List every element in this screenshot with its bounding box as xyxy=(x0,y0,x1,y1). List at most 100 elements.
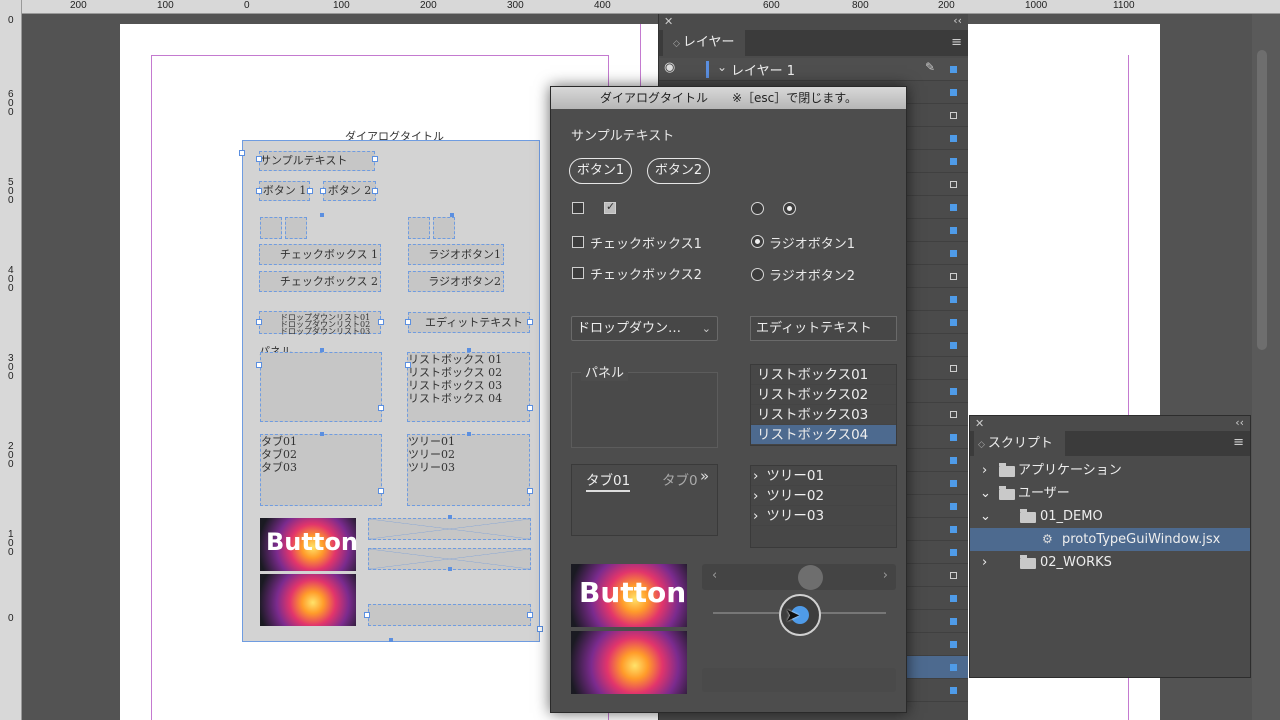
layer-target-square[interactable] xyxy=(950,296,957,303)
pencil-icon[interactable]: ✎ xyxy=(925,60,935,74)
checkbox-unchecked[interactable] xyxy=(572,202,584,214)
layer-target-square[interactable] xyxy=(950,641,957,648)
mock-dropdown[interactable]: ドロップダウンリスト01 ドロップダウンリスト02 ドロップダウンリスト03 xyxy=(259,311,381,336)
layer-target-square[interactable] xyxy=(950,112,957,119)
layer-target-square[interactable] xyxy=(950,319,957,326)
mock-progress-placeholder[interactable] xyxy=(368,604,531,626)
chevron-right-icon[interactable]: › xyxy=(982,459,987,482)
checkbox-1[interactable] xyxy=(572,236,584,248)
layer-target-square[interactable] xyxy=(950,89,957,96)
mock-edit-text[interactable]: エディットテキスト xyxy=(408,312,530,333)
chevron-down-icon[interactable]: ⌄ xyxy=(980,482,991,505)
layer-target-square[interactable] xyxy=(950,66,957,73)
mock-check-2[interactable]: チェックボックス 2 xyxy=(259,271,381,292)
list-item[interactable]: リストボックス02 xyxy=(751,385,896,405)
script-folder-user[interactable]: ⌄ ユーザー xyxy=(970,482,1250,505)
layer-target-square[interactable] xyxy=(950,204,957,211)
horizontal-ruler[interactable]: 200 100 0 100 200 300 400 600 800 200 10… xyxy=(0,0,1280,14)
layer-target-square[interactable] xyxy=(950,526,957,533)
tab-layers[interactable]: ◇ レイヤー xyxy=(663,30,745,56)
layer-target-square[interactable] xyxy=(950,618,957,625)
image-button[interactable]: Button xyxy=(571,564,687,627)
layer-target-square[interactable] xyxy=(950,365,957,372)
mock-tabs[interactable]: タブ01 タブ02 タブ03 xyxy=(260,434,382,506)
layer-target-square[interactable] xyxy=(950,503,957,510)
layer-target-square[interactable] xyxy=(950,227,957,234)
eye-icon[interactable]: ◉ xyxy=(664,60,675,75)
collapse-icon[interactable]: ‹‹ xyxy=(1235,416,1244,429)
mock-listbox[interactable]: リストボックス 01 リストボックス 02 リストボックス 03 リストボックス… xyxy=(407,352,530,422)
layer-target-square[interactable] xyxy=(950,342,957,349)
layer-row[interactable]: ◉ ⌄ レイヤー 1 ✎ xyxy=(659,58,968,81)
edit-text-field[interactable]: エディットテキスト xyxy=(750,316,897,341)
chevron-right-icon[interactable]: › xyxy=(982,551,987,574)
mock-panel[interactable] xyxy=(260,352,382,422)
mock-radio-a[interactable] xyxy=(408,217,430,239)
mock-tree[interactable]: ツリー01 ツリー02 ツリー03 xyxy=(407,434,530,506)
layer-target-square[interactable] xyxy=(950,388,957,395)
layer-target-square[interactable] xyxy=(950,273,957,280)
layer-target-square[interactable] xyxy=(950,595,957,602)
script-dialog[interactable]: ダイアログタイトル ※［esc］で閉じます。 サンプルテキスト ボタン1 ボタン… xyxy=(550,86,907,713)
listbox[interactable]: リストボックス01 リストボックス02 リストボックス03 リストボックス04 xyxy=(750,364,897,446)
document-scrollbar-thumb[interactable] xyxy=(1257,50,1267,350)
panel-menu-icon[interactable]: ≡ xyxy=(951,35,962,50)
radio-unselected[interactable] xyxy=(751,202,764,215)
radio-2[interactable] xyxy=(751,268,764,281)
panel-menu-icon[interactable]: ≡ xyxy=(1233,435,1244,450)
mock-check-1[interactable]: チェックボックス 1 xyxy=(259,244,381,265)
layer-target-square[interactable] xyxy=(950,549,957,556)
vertical-ruler[interactable]: 0 600 500 400 300 200 100 0 xyxy=(0,0,22,720)
script-folder-works[interactable]: › 02_WORKS xyxy=(970,551,1250,574)
layer-target-square[interactable] xyxy=(950,250,957,257)
tree-view[interactable]: › ツリー01 › ツリー02 › ツリー03 xyxy=(750,465,897,548)
scrollbar[interactable]: ‹ › xyxy=(702,564,896,590)
tab-02[interactable]: タブ0 xyxy=(662,469,702,489)
radio-selected[interactable] xyxy=(783,202,796,215)
script-file-selected[interactable]: ⚙ protoTypeGuiWindow.jsx xyxy=(970,528,1250,551)
mock-radio-2[interactable]: ラジオボタン2 xyxy=(408,271,504,292)
tree-item[interactable]: › ツリー01 xyxy=(751,466,896,486)
chevron-left-icon[interactable]: ‹ xyxy=(712,568,717,583)
chevron-right-icon[interactable]: › xyxy=(883,568,888,583)
close-icon[interactable]: ✕ xyxy=(664,15,673,28)
layer-target-square[interactable] xyxy=(950,572,957,579)
chevron-down-icon[interactable]: ⌄ xyxy=(717,60,727,74)
mock-radio-1[interactable]: ラジオボタン1 xyxy=(408,244,504,265)
layer-target-square[interactable] xyxy=(950,135,957,142)
mock-checkbox-b[interactable] xyxy=(285,217,307,239)
checkbox-2[interactable] xyxy=(572,267,584,279)
mock-button-2[interactable]: ボタン 2 xyxy=(323,181,376,201)
list-item-selected[interactable]: リストボックス04 xyxy=(751,425,896,445)
layer-target-square[interactable] xyxy=(950,158,957,165)
list-item[interactable]: リストボックス03 xyxy=(751,405,896,425)
dropdown[interactable]: ドロップダウン… ⌄ xyxy=(571,316,718,341)
button-2[interactable]: ボタン2 xyxy=(647,158,710,184)
mock-scrollbar-placeholder[interactable] xyxy=(368,518,531,540)
mock-image-button[interactable]: Button xyxy=(260,518,358,571)
tree-item[interactable]: › ツリー02 xyxy=(751,486,896,506)
layer-target-square[interactable] xyxy=(950,664,957,671)
chevron-down-icon[interactable]: ⌄ xyxy=(980,505,991,528)
mock-sample-text[interactable]: サンプルテキスト xyxy=(259,151,375,171)
mock-radio-b[interactable] xyxy=(433,217,455,239)
tab-01[interactable]: タブ01 xyxy=(586,469,631,492)
scrollbar-thumb[interactable] xyxy=(798,565,823,590)
radio-1[interactable] xyxy=(751,235,764,248)
button-1[interactable]: ボタン1 xyxy=(569,158,632,184)
script-folder-application[interactable]: › アプリケーション xyxy=(970,459,1250,482)
close-icon[interactable]: ✕ xyxy=(975,417,984,430)
layer-target-square[interactable] xyxy=(950,411,957,418)
layer-name[interactable]: レイヤー 1 xyxy=(731,60,795,79)
mock-checkbox-a[interactable] xyxy=(260,217,282,239)
mock-button-1[interactable]: ボタン 1 xyxy=(259,181,310,201)
checkbox-checked[interactable]: ✓ xyxy=(604,200,616,214)
script-folder-demo[interactable]: ⌄ 01_DEMO xyxy=(970,505,1250,528)
tree-item[interactable]: › ツリー03 xyxy=(751,506,896,526)
layer-target-square[interactable] xyxy=(950,181,957,188)
layer-target-square[interactable] xyxy=(950,480,957,487)
collapse-icon[interactable]: ‹‹ xyxy=(953,14,962,27)
tab-overflow-icon[interactable]: » xyxy=(700,467,709,485)
dialog-title-bar[interactable]: ダイアログタイトル ※［esc］で閉じます。 xyxy=(551,87,906,109)
tab-scripts[interactable]: ◇ スクリプト xyxy=(974,431,1065,456)
